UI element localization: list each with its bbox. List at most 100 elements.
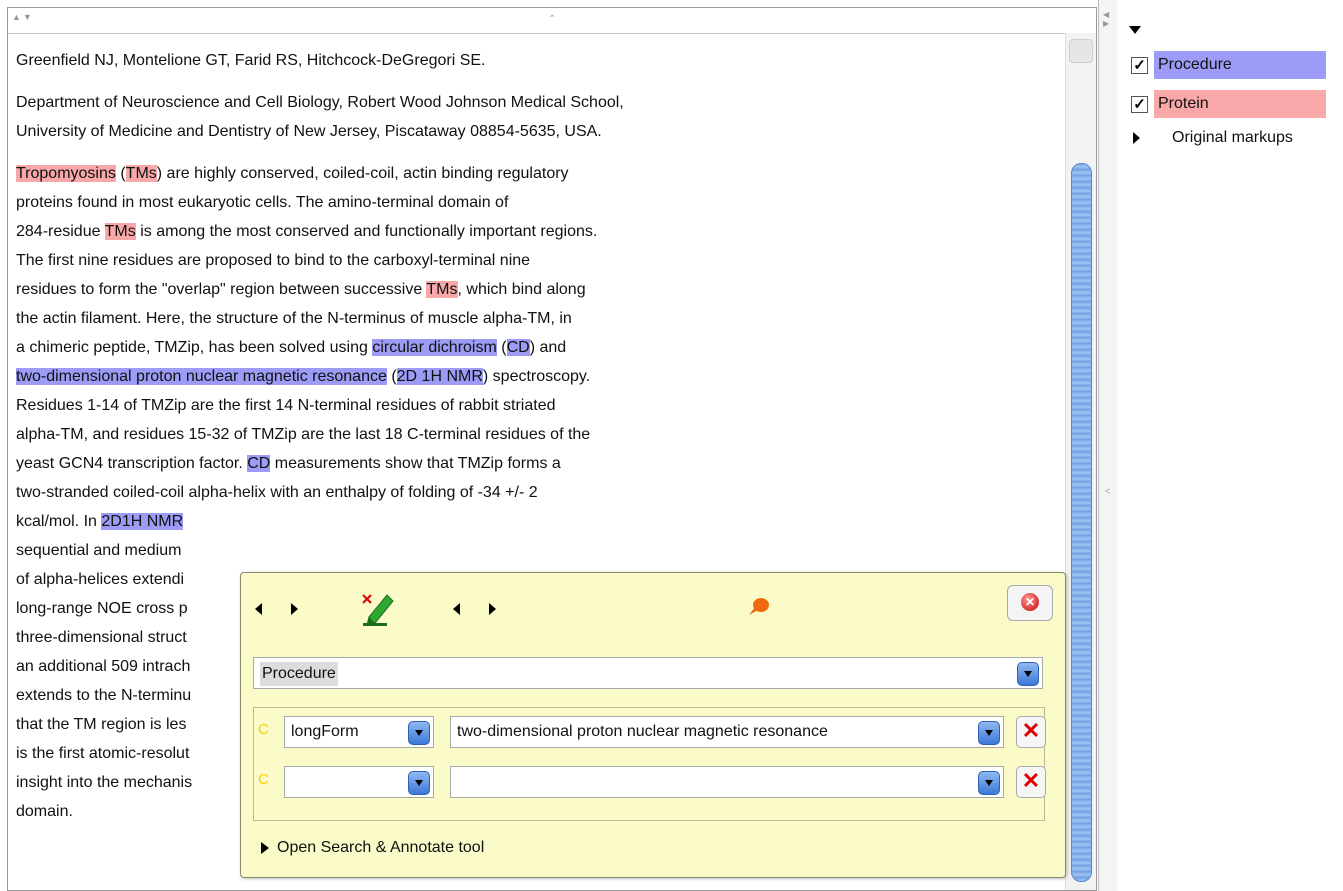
procedure-annotation[interactable]: two-dimensional proton nuclear magnetic …	[16, 368, 387, 385]
feature-name-value: longForm	[291, 723, 359, 740]
open-tool-label: Open Search & Annotate tool	[277, 839, 485, 856]
text-segment: is among the most conserved and function…	[135, 223, 598, 240]
abstract-line: The first nine residues are proposed to …	[16, 246, 1061, 275]
text-segment: the actin filament. Here, the structure …	[16, 310, 572, 327]
delete-feature-icon: ✕	[1021, 768, 1041, 793]
protein-checkbox[interactable]: ✓	[1131, 95, 1148, 113]
affiliation-line: Department of Neuroscience and Cell Biol…	[16, 94, 624, 111]
procedure-annotation[interactable]: 2D 1H NMR	[396, 368, 483, 385]
text-segment: a chimeric peptide, TMZip, has been solv…	[16, 339, 373, 356]
delete-feature-icon: ✕	[1021, 718, 1041, 743]
scroll-up-button[interactable]	[1069, 39, 1093, 63]
close-button[interactable]: ✕	[1007, 585, 1053, 621]
feature-value-select[interactable]: two-dimensional proton nuclear magnetic …	[450, 716, 1004, 748]
procedure-annotation[interactable]: 2D1H NMR	[101, 513, 184, 530]
abstract-line: two-dimensional proton nuclear magnetic …	[16, 362, 1061, 391]
annotation-type-select[interactable]: Procedure	[253, 657, 1043, 689]
required-feature-icon: C	[258, 771, 269, 788]
required-feature-icon: C	[258, 721, 269, 738]
chevron-down-icon[interactable]	[408, 721, 430, 745]
procedure-annotation[interactable]: CD	[247, 455, 271, 472]
text-segment: alpha-TM, and residues 15-32 of TMZip ar…	[16, 426, 591, 443]
delete-feature-button[interactable]: ✕	[1016, 716, 1046, 748]
close-icon: ✕	[1021, 593, 1039, 611]
text-segment: (	[115, 165, 126, 182]
text-segment: two-stranded coiled-coil alpha-helix wit…	[16, 484, 538, 501]
scrollbar-thumb[interactable]	[1071, 163, 1092, 882]
authors-line: Greenfield NJ, Montelione GT, Farid RS, …	[16, 52, 486, 69]
text-segment: of alpha-helices extendi	[16, 571, 185, 588]
protein-annotation[interactable]: TMs	[104, 223, 136, 240]
annotation-type-value: Procedure	[260, 662, 338, 686]
scroll-arrows-icon[interactable]: ▲▼	[12, 12, 34, 22]
protein-annotation[interactable]: TMs	[426, 281, 458, 298]
text-segment: three-dimensional struct	[16, 629, 187, 646]
text-segment: is the first atomic-resolut	[16, 745, 190, 762]
procedure-checkbox[interactable]: ✓	[1131, 56, 1148, 74]
text-segment: measurements show that TMZip forms a	[270, 455, 561, 472]
text-segment: proteins found in most eukaryotic cells.…	[16, 194, 509, 211]
next-type-icon[interactable]	[489, 603, 496, 615]
expand-triangle-icon[interactable]	[1129, 26, 1141, 34]
text-segment: kcal/mol. In	[16, 513, 102, 530]
abstract-line: proteins found in most eukaryotic cells.…	[16, 188, 1061, 217]
feature-name-select[interactable]: longForm	[284, 716, 434, 748]
chevron-down-icon[interactable]	[978, 721, 1000, 745]
abstract-line: yeast GCN4 transcription factor. CD meas…	[16, 449, 1061, 478]
affiliation-line: University of Medicine and Dentistry of …	[16, 123, 602, 140]
pencil-delete-icon[interactable]	[359, 587, 397, 627]
text-segment: yeast GCN4 transcription factor.	[16, 455, 248, 472]
previous-type-icon[interactable]	[453, 603, 460, 615]
feature-name-select[interactable]	[284, 766, 434, 798]
document-toolbar: ▲▼ ⌃	[8, 8, 1096, 34]
text-segment: (	[386, 368, 397, 385]
collapse-arrows-icon[interactable]: ◀ ▶	[1103, 10, 1109, 28]
procedure-annotation[interactable]: CD	[506, 339, 530, 356]
annotation-editor-popup: ✕ Procedure C longForm two-dimensional p…	[240, 572, 1066, 878]
protein-annotation[interactable]: TMs	[125, 165, 157, 182]
previous-annotation-icon[interactable]	[255, 603, 262, 615]
annotation-sets-panel: ✓ Procedure ✓ Protein Original markups	[1117, 0, 1343, 891]
feature-value-text: two-dimensional proton nuclear magnetic …	[457, 723, 828, 740]
text-segment: The first nine residues are proposed to …	[16, 252, 531, 269]
chevron-down-icon[interactable]	[978, 771, 1000, 795]
text-segment: ) are highly conserved, coiled-coil, act…	[156, 165, 569, 182]
protein-annotation[interactable]: Tropomyosins	[16, 165, 116, 182]
abstract-line: residues to form the "overlap" region be…	[16, 275, 1061, 304]
abstract-line: 284-residue TMs is among the most conser…	[16, 217, 1061, 246]
abstract-line: Residues 1-14 of TMZip are the first 14 …	[16, 391, 1061, 420]
sidebar-item-original-markups[interactable]: Original markups	[1133, 123, 1293, 153]
abstract-line: two-stranded coiled-coil alpha-helix wit…	[16, 478, 1061, 507]
sidebar-item-protein[interactable]: ✓ Protein	[1131, 89, 1326, 119]
text-segment: long-range NOE cross p	[16, 600, 188, 617]
chevron-down-icon[interactable]	[1017, 662, 1039, 686]
next-annotation-icon[interactable]	[291, 603, 298, 615]
text-segment: , which bind along	[457, 281, 586, 298]
sidebar-item-label: Original markups	[1172, 129, 1293, 146]
text-segment: domain.	[16, 803, 73, 820]
text-segment: ) spectroscopy.	[482, 368, 591, 385]
chevron-down-icon[interactable]	[408, 771, 430, 795]
text-segment: insight into the mechanis	[16, 774, 193, 791]
vertical-scrollbar[interactable]	[1065, 33, 1096, 890]
abstract-line: a chimeric peptide, TMZip, has been solv…	[16, 333, 1061, 362]
abstract-line: sequential and medium	[16, 536, 1061, 565]
text-segment: ) and	[529, 339, 567, 356]
text-segment: an additional 509 intrach	[16, 658, 191, 675]
feature-value-select[interactable]	[450, 766, 1004, 798]
abstract-line: the actin filament. Here, the structure …	[16, 304, 1061, 333]
text-segment: 284-residue	[16, 223, 105, 240]
text-segment: residues to form the "overlap" region be…	[16, 281, 427, 298]
pin-icon[interactable]	[747, 595, 771, 619]
splitter-grip-icon[interactable]: ˂	[1105, 486, 1110, 496]
resize-grip-icon[interactable]: ⌃	[548, 14, 556, 25]
procedure-annotation[interactable]: circular dichroism	[372, 339, 497, 356]
panel-splitter[interactable]: ◀ ▶ ˂	[1098, 0, 1118, 891]
features-table: C longForm two-dimensional proton nuclea…	[253, 707, 1046, 821]
open-search-annotate-tool[interactable]: Open Search & Annotate tool	[261, 839, 484, 857]
abstract-line: alpha-TM, and residues 15-32 of TMZip ar…	[16, 420, 1061, 449]
sidebar-item-procedure[interactable]: ✓ Procedure	[1131, 50, 1326, 80]
delete-feature-button[interactable]: ✕	[1016, 766, 1046, 798]
collapsed-triangle-icon[interactable]	[1133, 132, 1140, 144]
text-segment: Residues 1-14 of TMZip are the first 14 …	[16, 397, 556, 414]
